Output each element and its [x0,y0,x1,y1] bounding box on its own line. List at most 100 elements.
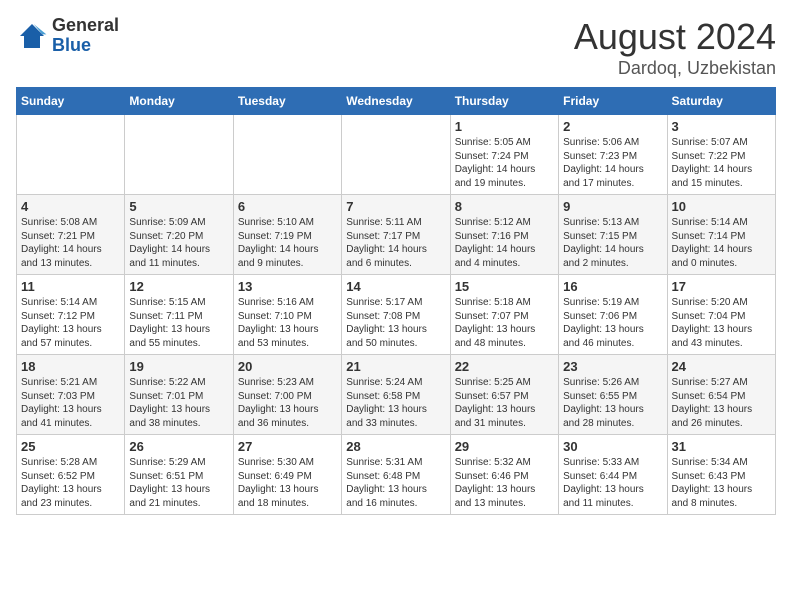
day-info: Sunrise: 5:30 AM Sunset: 6:49 PM Dayligh… [238,456,337,510]
week-row-4: 18Sunrise: 5:21 AM Sunset: 7:03 PM Dayli… [17,355,776,435]
calendar-cell: 26 Sunrise: 5:29 AM Sunset: 6:51 PM Dayli… [125,435,233,515]
week-row-5: 25Sunrise: 5:28 AM Sunset: 6:52 PM Dayli… [17,435,776,515]
day-number: 2 [563,119,662,134]
day-info: Sunrise: 5:12 AM Sunset: 7:16 PM Dayligh… [455,216,554,270]
weekday-header-friday: Friday [559,88,667,115]
day-number: 27 [238,439,337,454]
weekday-header-wednesday: Wednesday [342,88,450,115]
day-number: 4 [21,199,120,214]
day-number: 29 [455,439,554,454]
calendar-cell: 11 Sunrise: 5:14 AM Sunset: 7:12 PM Dayli… [17,275,125,355]
calendar-cell: 16Sunrise: 5:19 AM Sunset: 7:06 PM Dayli… [559,275,667,355]
day-info: Sunrise: 5:09 AM Sunset: 7:20 PM Dayligh… [129,216,228,270]
calendar-cell: 21 Sunrise: 5:24 AM Sunset: 6:58 PM Dayli… [342,355,450,435]
day-number: 14 [346,279,445,294]
day-info: Sunrise: 5:31 AM Sunset: 6:48 PM Dayligh… [346,456,445,510]
month-title: August 2024 [574,16,776,58]
calendar-cell: 18Sunrise: 5:21 AM Sunset: 7:03 PM Dayli… [17,355,125,435]
calendar-cell: 28 Sunrise: 5:31 AM Sunset: 6:48 PM Dayli… [342,435,450,515]
day-number: 19 [129,359,228,374]
calendar-cell: 5 Sunrise: 5:09 AM Sunset: 7:20 PM Daylig… [125,195,233,275]
day-info: Sunrise: 5:13 AM Sunset: 7:15 PM Dayligh… [563,216,662,270]
calendar-cell: 7Sunrise: 5:11 AM Sunset: 7:17 PM Daylig… [342,195,450,275]
day-info: Sunrise: 5:33 AM Sunset: 6:44 PM Dayligh… [563,456,662,510]
day-info: Sunrise: 5:16 AM Sunset: 7:10 PM Dayligh… [238,296,337,350]
calendar-cell: 12 Sunrise: 5:15 AM Sunset: 7:11 PM Dayli… [125,275,233,355]
day-info: Sunrise: 5:17 AM Sunset: 7:08 PM Dayligh… [346,296,445,350]
day-info: Sunrise: 5:20 AM Sunset: 7:04 PM Dayligh… [672,296,771,350]
day-number: 28 [346,439,445,454]
day-info: Sunrise: 5:28 AM Sunset: 6:52 PM Dayligh… [21,456,120,510]
day-number: 8 [455,199,554,214]
day-info: Sunrise: 5:27 AM Sunset: 6:54 PM Dayligh… [672,376,771,430]
day-info: Sunrise: 5:08 AM Sunset: 7:21 PM Dayligh… [21,216,120,270]
calendar-cell: 19Sunrise: 5:22 AM Sunset: 7:01 PM Dayli… [125,355,233,435]
weekday-header-monday: Monday [125,88,233,115]
calendar-cell [125,115,233,195]
day-info: Sunrise: 5:24 AM Sunset: 6:58 PM Dayligh… [346,376,445,430]
day-number: 11 [21,279,120,294]
day-info: Sunrise: 5:15 AM Sunset: 7:11 PM Dayligh… [129,296,228,350]
day-number: 18 [21,359,120,374]
logo-general-text: General [52,16,119,36]
day-number: 23 [563,359,662,374]
day-number: 12 [129,279,228,294]
day-number: 24 [672,359,771,374]
weekday-header-sunday: Sunday [17,88,125,115]
day-number: 13 [238,279,337,294]
calendar-cell: 27 Sunrise: 5:30 AM Sunset: 6:49 PM Dayli… [233,435,341,515]
day-info: Sunrise: 5:23 AM Sunset: 7:00 PM Dayligh… [238,376,337,430]
calendar-cell: 13 Sunrise: 5:16 AM Sunset: 7:10 PM Dayli… [233,275,341,355]
calendar-cell: 25Sunrise: 5:28 AM Sunset: 6:52 PM Dayli… [17,435,125,515]
day-info: Sunrise: 5:29 AM Sunset: 6:51 PM Dayligh… [129,456,228,510]
logo-blue-text: Blue [52,36,119,56]
day-number: 7 [346,199,445,214]
day-number: 6 [238,199,337,214]
calendar-cell: 10Sunrise: 5:14 AM Sunset: 7:14 PM Dayli… [667,195,775,275]
calendar-cell: 24 Sunrise: 5:27 AM Sunset: 6:54 PM Dayli… [667,355,775,435]
day-info: Sunrise: 5:34 AM Sunset: 6:43 PM Dayligh… [672,456,771,510]
calendar-cell: 14 Sunrise: 5:17 AM Sunset: 7:08 PM Dayli… [342,275,450,355]
day-number: 9 [563,199,662,214]
calendar-cell: 4 Sunrise: 5:08 AM Sunset: 7:21 PM Daylig… [17,195,125,275]
calendar-cell: 30Sunrise: 5:33 AM Sunset: 6:44 PM Dayli… [559,435,667,515]
day-number: 17 [672,279,771,294]
calendar-cell: 22Sunrise: 5:25 AM Sunset: 6:57 PM Dayli… [450,355,558,435]
day-number: 20 [238,359,337,374]
calendar-cell: 3 Sunrise: 5:07 AM Sunset: 7:22 PM Daylig… [667,115,775,195]
weekday-header-row: SundayMondayTuesdayWednesdayThursdayFrid… [17,88,776,115]
week-row-2: 4 Sunrise: 5:08 AM Sunset: 7:21 PM Daylig… [17,195,776,275]
day-number: 31 [672,439,771,454]
calendar-cell: 31 Sunrise: 5:34 AM Sunset: 6:43 PM Dayli… [667,435,775,515]
logo: General Blue [16,16,119,56]
calendar-cell: 2 Sunrise: 5:06 AM Sunset: 7:23 PM Daylig… [559,115,667,195]
calendar-cell: 23 Sunrise: 5:26 AM Sunset: 6:55 PM Dayli… [559,355,667,435]
calendar-cell [233,115,341,195]
calendar-cell: 1 Sunrise: 5:05 AM Sunset: 7:24 PM Daylig… [450,115,558,195]
day-number: 3 [672,119,771,134]
logo-icon [16,20,48,52]
day-info: Sunrise: 5:07 AM Sunset: 7:22 PM Dayligh… [672,136,771,190]
day-number: 16 [563,279,662,294]
day-info: Sunrise: 5:32 AM Sunset: 6:46 PM Dayligh… [455,456,554,510]
week-row-1: 1 Sunrise: 5:05 AM Sunset: 7:24 PM Daylig… [17,115,776,195]
week-row-3: 11 Sunrise: 5:14 AM Sunset: 7:12 PM Dayli… [17,275,776,355]
day-info: Sunrise: 5:26 AM Sunset: 6:55 PM Dayligh… [563,376,662,430]
day-number: 10 [672,199,771,214]
logo-text: General Blue [52,16,119,56]
day-number: 1 [455,119,554,134]
day-info: Sunrise: 5:05 AM Sunset: 7:24 PM Dayligh… [455,136,554,190]
day-number: 22 [455,359,554,374]
day-info: Sunrise: 5:06 AM Sunset: 7:23 PM Dayligh… [563,136,662,190]
weekday-header-tuesday: Tuesday [233,88,341,115]
calendar-cell [342,115,450,195]
title-block: August 2024 Dardoq, Uzbekistan [574,16,776,79]
day-info: Sunrise: 5:10 AM Sunset: 7:19 PM Dayligh… [238,216,337,270]
day-number: 5 [129,199,228,214]
day-info: Sunrise: 5:14 AM Sunset: 7:12 PM Dayligh… [21,296,120,350]
calendar-cell: 8 Sunrise: 5:12 AM Sunset: 7:16 PM Daylig… [450,195,558,275]
day-number: 26 [129,439,228,454]
calendar-cell: 29 Sunrise: 5:32 AM Sunset: 6:46 PM Dayli… [450,435,558,515]
day-number: 21 [346,359,445,374]
day-info: Sunrise: 5:18 AM Sunset: 7:07 PM Dayligh… [455,296,554,350]
